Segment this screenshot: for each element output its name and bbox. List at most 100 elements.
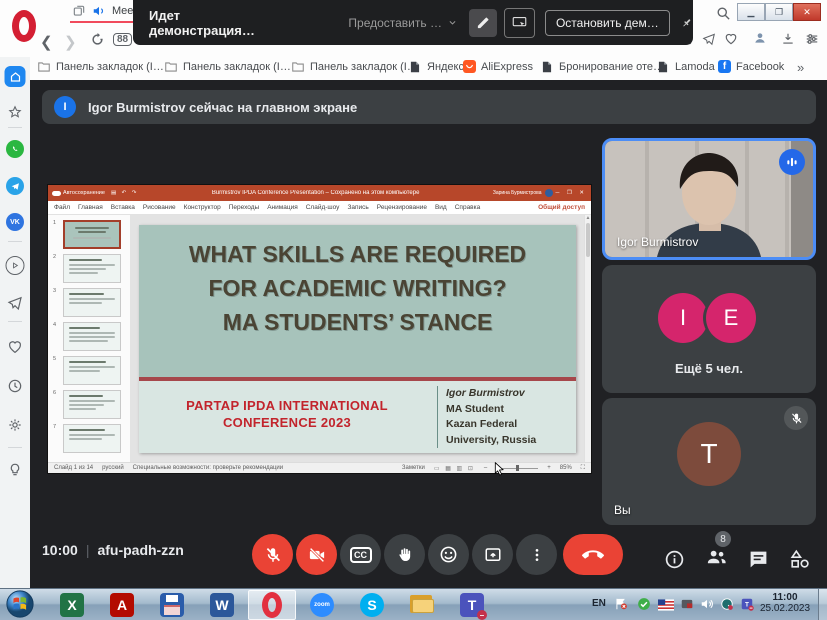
bookmark-booking[interactable]: Бронирование оте… xyxy=(540,60,664,74)
tab-audio-icon[interactable] xyxy=(92,4,106,18)
telegram-button[interactable] xyxy=(6,177,24,195)
more-participants-tile[interactable]: I E Ещё 5 чел. xyxy=(602,265,816,393)
video-tile-speaker[interactable]: Igor Burmistrov xyxy=(602,138,816,260)
settings-gear-icon[interactable] xyxy=(7,417,23,433)
pin-icon[interactable] xyxy=(680,16,693,30)
view-mode-buttons[interactable]: ▭ ▦ ▥ ⊡ xyxy=(434,465,475,472)
flow-send-icon[interactable] xyxy=(702,32,716,46)
notes-button[interactable]: Заметки xyxy=(402,465,425,471)
tray-teams-icon[interactable]: T xyxy=(740,597,754,616)
taskbar-word[interactable]: W xyxy=(198,590,246,620)
ppt-menu-review[interactable]: Рецензирование xyxy=(377,204,427,211)
player-button[interactable] xyxy=(6,256,25,275)
ppt-menu-transitions[interactable]: Переходы xyxy=(229,204,260,211)
ppt-scrollbar[interactable]: ▲ xyxy=(584,215,591,462)
autosave-toggle[interactable] xyxy=(52,191,61,196)
back-button[interactable]: ❮ xyxy=(40,33,53,51)
show-desktop-button[interactable] xyxy=(818,589,827,620)
close-button[interactable]: ✕ xyxy=(793,3,821,21)
bookmarks-star-icon[interactable] xyxy=(8,105,22,119)
mic-off-button[interactable] xyxy=(252,534,293,575)
quick-access-icons[interactable]: ▤ ↶ ↷ xyxy=(111,190,138,196)
ppt-menu-slideshow[interactable]: Слайд-шоу xyxy=(306,204,340,211)
ppt-menu-record[interactable]: Запись xyxy=(347,204,368,211)
end-call-button[interactable] xyxy=(563,534,623,575)
fit-slide-button[interactable]: ⛶ xyxy=(581,465,585,472)
search-icon[interactable] xyxy=(716,6,731,21)
activities-button[interactable] xyxy=(789,548,811,570)
more-options-button[interactable] xyxy=(516,534,557,575)
opera-menu-button[interactable] xyxy=(12,10,36,42)
restore-button[interactable]: ❐ xyxy=(765,3,793,21)
speed-dial-button[interactable] xyxy=(5,66,26,87)
whatsapp-button[interactable] xyxy=(6,140,24,158)
profile-avatar-icon[interactable] xyxy=(753,31,767,45)
camera-off-button[interactable] xyxy=(296,534,337,575)
ppt-share-button[interactable]: Общий доступ xyxy=(538,204,585,211)
ppt-menu-file[interactable]: Файл xyxy=(54,204,70,211)
taskbar-excel[interactable]: X xyxy=(48,590,96,620)
taskbar-skype[interactable]: S xyxy=(348,590,396,620)
taskbar-save-app[interactable] xyxy=(148,590,196,620)
slide-thumbnail[interactable]: 6 xyxy=(48,388,130,422)
bookmark-folder[interactable]: Панель закладок (I… xyxy=(164,60,291,74)
ppt-menu-design[interactable]: Конструктор xyxy=(184,204,221,211)
stop-sharing-button[interactable]: Остановить дем… xyxy=(545,10,670,36)
tray-volume-icon[interactable] xyxy=(700,597,714,616)
bookmark-facebook[interactable]: fFacebook xyxy=(718,60,784,73)
tray-check-icon[interactable] xyxy=(637,597,651,616)
ppt-menu-insert[interactable]: Вставка xyxy=(111,204,135,211)
bookmark-folder[interactable]: Панель закладок (I… xyxy=(291,60,418,74)
bookmark-lamoda[interactable]: Lamoda xyxy=(656,60,715,74)
forward-button[interactable]: ❯ xyxy=(64,33,77,51)
taskbar-opera-active[interactable] xyxy=(248,590,296,620)
zoom-in-button[interactable]: + xyxy=(547,465,551,471)
slide-thumbnail[interactable]: 1 xyxy=(48,218,130,252)
easy-setup-bulb-icon[interactable] xyxy=(7,462,23,478)
people-button[interactable]: 8 xyxy=(705,545,728,573)
slide-thumbnail[interactable]: 7 xyxy=(48,422,130,456)
language-indicator[interactable]: русский xyxy=(102,465,124,471)
ppt-menu-help[interactable]: Справка xyxy=(455,204,481,211)
minimize-button[interactable]: ▁ xyxy=(737,3,765,21)
chat-button[interactable] xyxy=(748,549,769,570)
reactions-button[interactable] xyxy=(428,534,469,575)
taskbar-acrobat[interactable]: A xyxy=(98,590,146,620)
tray-clock[interactable]: 11:00 25.02.2023 xyxy=(756,592,814,614)
taskbar-zoom[interactable]: zoom xyxy=(298,590,346,620)
personal-news-heart-icon[interactable] xyxy=(7,339,23,355)
slide-thumbnail[interactable]: 5 xyxy=(48,354,130,388)
self-video-tile[interactable]: T Вы xyxy=(602,398,816,525)
bookmark-folder[interactable]: Панель закладок (I… xyxy=(37,60,164,74)
shared-screen-powerpoint[interactable]: Автосохранение ▤ ↶ ↷ Burmistrov IPDA Con… xyxy=(48,185,591,473)
download-icon[interactable] xyxy=(781,32,795,46)
my-flow-icon[interactable] xyxy=(7,295,23,311)
ppt-window-controls[interactable]: ─ ❐ ✕ xyxy=(556,190,588,196)
slide-thumbnail[interactable]: 3 xyxy=(48,286,130,320)
bookmark-aliexpress[interactable]: AliExpress xyxy=(463,60,533,73)
easy-setup-sliders-icon[interactable] xyxy=(805,32,819,46)
info-button[interactable] xyxy=(664,549,685,570)
present-now-button[interactable] xyxy=(472,534,513,575)
tray-language[interactable]: EN xyxy=(592,598,606,609)
accessibility-status[interactable]: Специальные возможности: проверьте реком… xyxy=(133,465,283,471)
bookmarks-overflow[interactable]: » xyxy=(797,60,804,75)
vk-button[interactable]: VK xyxy=(6,213,24,231)
bookmark-yandex[interactable]: Яндекс xyxy=(408,60,464,74)
tab-counter[interactable]: 88 xyxy=(113,33,132,46)
zoom-out-button[interactable]: – xyxy=(484,465,487,471)
history-clock-icon[interactable] xyxy=(7,378,23,394)
raise-hand-button[interactable] xyxy=(384,534,425,575)
ppt-menu-animations[interactable]: Анимация xyxy=(267,204,298,211)
ppt-menu-draw[interactable]: Рисование xyxy=(143,204,176,211)
slide-thumbnail[interactable]: 4 xyxy=(48,320,130,354)
select-screen-button[interactable] xyxy=(504,8,534,38)
heart-icon[interactable] xyxy=(724,32,738,46)
tray-keyboard-flag-icon[interactable] xyxy=(658,598,674,616)
ppt-menu-view[interactable]: Вид xyxy=(435,204,447,211)
slide-thumbnail[interactable]: 2 xyxy=(48,252,130,286)
tray-flag-icon[interactable] xyxy=(614,597,628,616)
present-dropdown[interactable]: Предоставить … xyxy=(348,16,457,30)
ppt-menu-home[interactable]: Главная xyxy=(78,204,103,211)
zoom-level[interactable]: 85% xyxy=(560,465,572,471)
